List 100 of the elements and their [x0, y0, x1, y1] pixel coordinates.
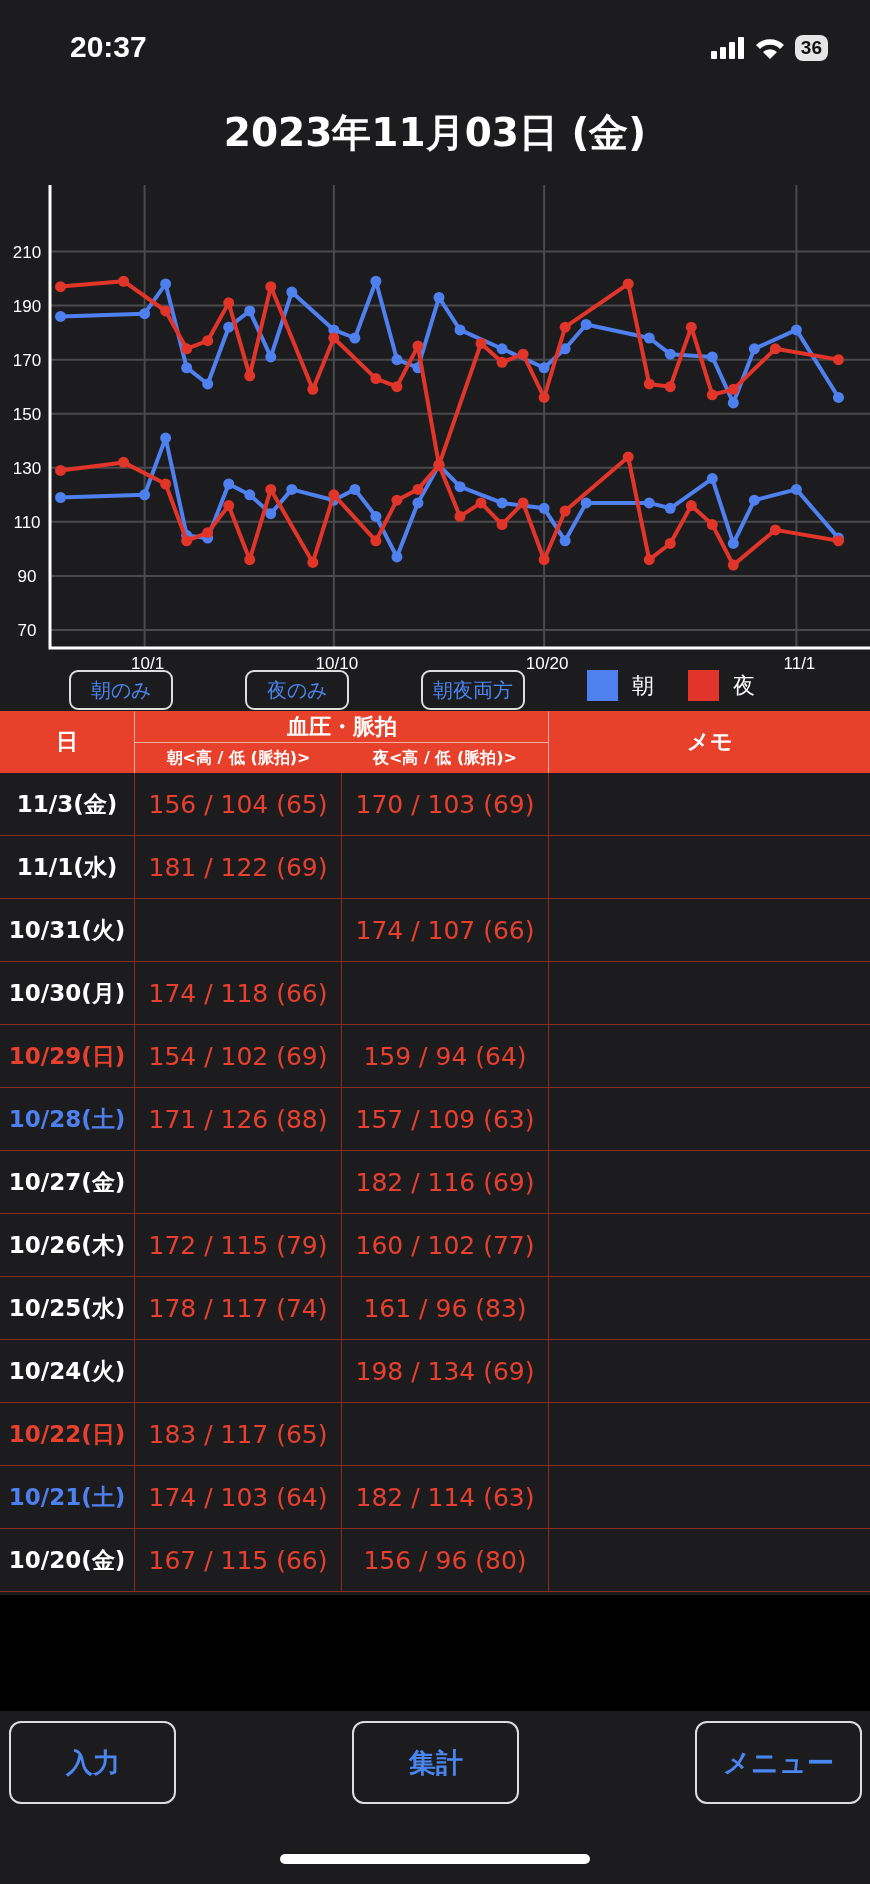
- date-cell: 10/25(水): [0, 1277, 135, 1340]
- data-point: [454, 324, 466, 336]
- data-point: [370, 373, 382, 385]
- date-cell: 10/24(火): [0, 1340, 135, 1403]
- axis-label: 90: [17, 566, 37, 586]
- column-header: 夜<高 / 低 (脈拍)>: [342, 743, 549, 773]
- reading-cell: 198 / 134 (69): [342, 1340, 549, 1403]
- data-point: [223, 297, 235, 309]
- reading-cell: 182 / 116 (69): [342, 1151, 549, 1214]
- data-point: [706, 519, 718, 531]
- data-point: [202, 527, 214, 539]
- data-point: [727, 559, 739, 571]
- data-point: [286, 286, 298, 298]
- date-cell: 11/3(金): [0, 773, 135, 836]
- filter-button[interactable]: 朝夜両方: [421, 670, 525, 710]
- nav-button[interactable]: 集計: [352, 1721, 519, 1804]
- data-point: [391, 354, 403, 366]
- data-point: [706, 389, 718, 401]
- data-point: [160, 278, 172, 290]
- reading-cell: 154 / 102 (69): [135, 1025, 342, 1088]
- data-point: [832, 392, 844, 403]
- data-point: [223, 500, 235, 512]
- reading-cell: 174 / 118 (66): [135, 962, 342, 1025]
- data-point: [181, 535, 193, 547]
- filter-button[interactable]: 朝のみ: [69, 670, 173, 710]
- data-point: [349, 483, 361, 495]
- data-point: [538, 392, 550, 403]
- data-point: [181, 362, 193, 374]
- data-point: [370, 275, 382, 287]
- data-point: [790, 324, 802, 336]
- data-point: [223, 478, 235, 490]
- data-point: [727, 537, 739, 549]
- reading-cell: 171 / 126 (88): [135, 1088, 342, 1151]
- axis-label: 130: [12, 458, 42, 478]
- data-point: [559, 535, 571, 547]
- data-point: [55, 310, 66, 322]
- axis-label: 150: [12, 404, 42, 424]
- axis-label: 210: [12, 242, 42, 262]
- column-header: メモ: [549, 711, 870, 773]
- data-point: [748, 343, 760, 355]
- column-header: 日: [0, 711, 135, 773]
- data-point: [55, 492, 66, 503]
- data-point: [139, 308, 151, 320]
- date-cell: 10/28(土): [0, 1088, 135, 1151]
- reading-cell: 161 / 96 (83): [342, 1277, 549, 1340]
- data-point: [496, 497, 508, 509]
- date-cell: 10/31(火): [0, 899, 135, 962]
- legend-label: 朝: [632, 671, 654, 700]
- data-point: [160, 432, 172, 444]
- date-cell: 10/21(土): [0, 1466, 135, 1529]
- reading-cell: 181 / 122 (69): [135, 836, 342, 899]
- data-point: [244, 305, 256, 317]
- data-point: [475, 337, 487, 349]
- battery-level: 36: [794, 34, 828, 61]
- data-point: [643, 378, 655, 390]
- data-point: [643, 332, 655, 344]
- axis-label: 110: [13, 512, 41, 532]
- data-point: [517, 348, 529, 360]
- data-point: [181, 343, 193, 355]
- data-point: [412, 362, 424, 374]
- date-cell: 10/29(日): [0, 1025, 135, 1088]
- data-point: [55, 281, 66, 293]
- reading-cell: 183 / 117 (65): [135, 1403, 342, 1466]
- data-point: [727, 383, 739, 395]
- reading-cell: 178 / 117 (74): [135, 1277, 342, 1340]
- date-cell: 10/26(木): [0, 1214, 135, 1277]
- data-point: [517, 497, 529, 509]
- data-point: [580, 497, 592, 509]
- data-point: [706, 351, 718, 363]
- axis-label: 10/10: [315, 654, 359, 670]
- data-point: [328, 332, 340, 344]
- date-title: 2023年11月03日 (金): [223, 108, 647, 157]
- data-point: [769, 343, 781, 355]
- data-point: [265, 508, 277, 520]
- nav-button[interactable]: メニュー: [695, 1721, 862, 1804]
- data-point: [307, 556, 319, 568]
- column-header: 朝<高 / 低 (脈拍)>: [135, 743, 342, 773]
- data-point: [265, 483, 277, 495]
- date-cell: 10/27(金): [0, 1151, 135, 1214]
- data-point: [55, 464, 66, 476]
- data-point: [139, 489, 151, 501]
- reading-cell: 174 / 107 (66): [342, 899, 549, 962]
- data-point: [538, 362, 550, 374]
- data-point: [286, 483, 298, 495]
- nav-button[interactable]: 入力: [9, 1721, 176, 1804]
- axis-label: 11/1: [783, 654, 816, 670]
- data-point: [664, 381, 676, 393]
- data-point: [265, 281, 277, 293]
- data-point: [370, 535, 382, 547]
- reading-cell: 174 / 103 (64): [135, 1466, 342, 1529]
- reading-cell: 156 / 104 (65): [135, 773, 342, 836]
- reading-cell: 157 / 109 (63): [342, 1088, 549, 1151]
- data-point: [685, 321, 697, 333]
- axis-label: 190: [12, 296, 42, 316]
- data-point: [412, 497, 424, 509]
- data-point: [685, 500, 697, 512]
- date-cell: 10/20(金): [0, 1529, 135, 1592]
- filter-button[interactable]: 夜のみ: [245, 670, 349, 710]
- home-indicator[interactable]: [280, 1854, 590, 1864]
- reading-cell: 172 / 115 (79): [135, 1214, 342, 1277]
